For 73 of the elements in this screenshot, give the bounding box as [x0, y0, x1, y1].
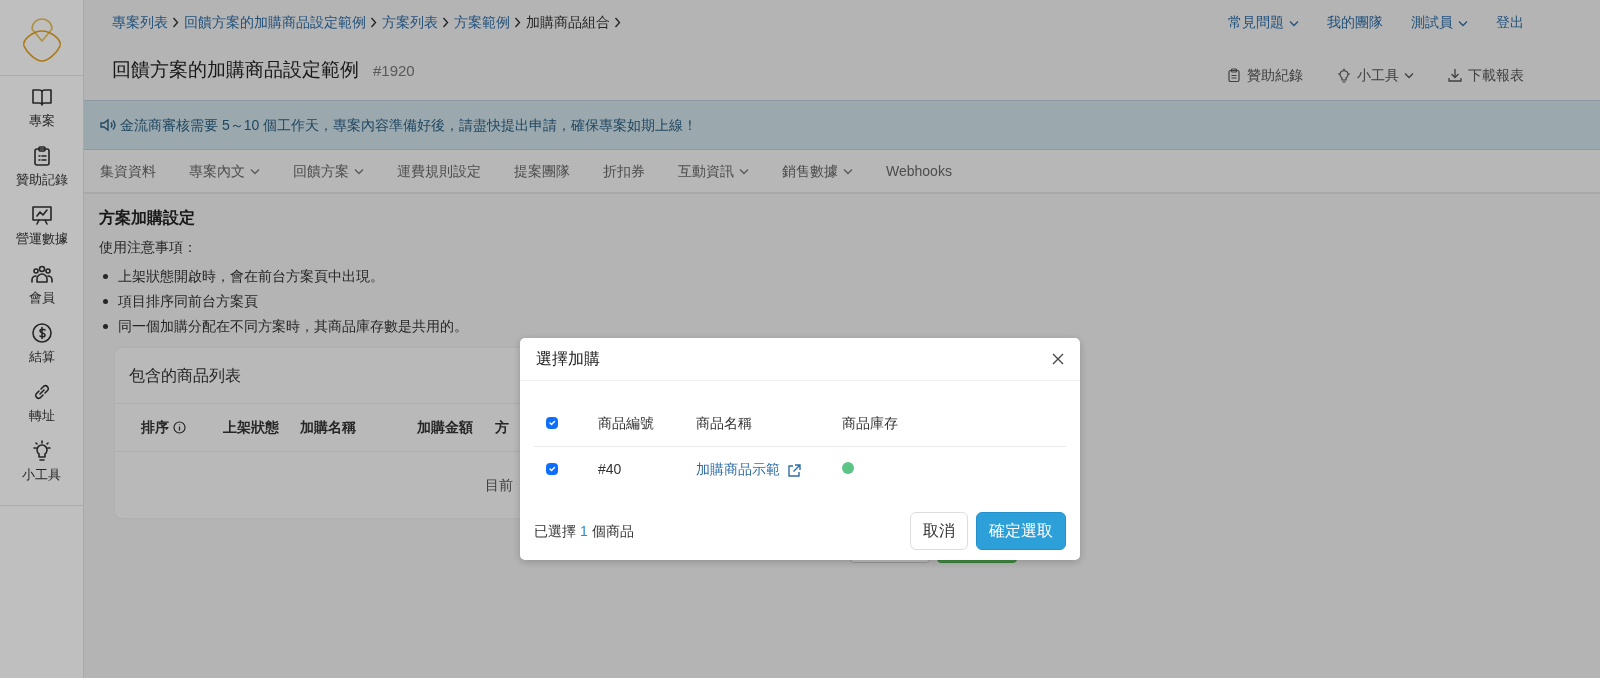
lightbulb-icon	[30, 440, 53, 462]
tab[interactable]: 集資資料	[100, 160, 156, 182]
confirm-button[interactable]: 確定選取	[976, 512, 1066, 550]
tab[interactable]: 折扣券	[603, 160, 645, 182]
breadcrumb-link[interactable]: 回饋方案的加購商品設定範例	[184, 12, 366, 33]
toolbar-link[interactable]: 小工具	[1337, 65, 1414, 86]
sidebar-item[interactable]: 營運數據	[0, 204, 83, 263]
close-icon[interactable]	[1052, 353, 1064, 365]
tab[interactable]: 專案內文	[189, 160, 260, 182]
tab[interactable]: Webhooks	[886, 160, 952, 182]
column-header: 排序	[141, 418, 169, 438]
sidebar-item[interactable]: 小工具	[0, 440, 83, 499]
section-title: 方案加購設定	[99, 208, 196, 228]
notice-text: 金流商審核需要 5～10 個工作天，專案內容準備好後，請盡快提出申請，確保專案如期上線！	[120, 115, 698, 135]
bullet-icon	[103, 273, 108, 279]
sidebar-item[interactable]: 結算	[0, 322, 83, 381]
book-icon	[30, 86, 53, 108]
selection-summary: 已選擇 1 個商品	[534, 521, 634, 541]
presentation-chart-icon	[30, 204, 53, 226]
nav-link[interactable]: 登出	[1496, 12, 1524, 33]
empty-message: 目前	[485, 475, 513, 495]
tab[interactable]: 銷售數據	[782, 160, 853, 182]
note-item: 上架狀態開啟時，會在前台方案頁中出現。	[118, 267, 384, 287]
product-link[interactable]: 加購商品示範	[696, 461, 780, 477]
nav-link[interactable]: 我的團隊	[1327, 12, 1383, 33]
cancel-button[interactable]: 取消	[910, 512, 968, 550]
info-icon	[173, 421, 186, 435]
notes-heading: 使用注意事項：	[99, 238, 198, 258]
chevron-right-icon	[370, 17, 378, 28]
chevron-right-icon	[614, 17, 622, 28]
toolbar-link[interactable]: 贊助紀錄	[1227, 65, 1303, 86]
column-header: 商品庫存	[842, 415, 898, 431]
chevron-right-icon	[442, 17, 450, 28]
breadcrumb-link[interactable]: 方案列表	[382, 12, 438, 33]
breadcrumb-current: 加購商品組合	[526, 13, 610, 32]
row-checkbox[interactable]	[546, 462, 558, 475]
nav-link[interactable]: 常見問題	[1228, 12, 1299, 33]
sidebar-item[interactable]: 轉址	[0, 381, 83, 440]
nav-link[interactable]: 測試員	[1411, 12, 1468, 33]
sidebar-item[interactable]: 贊助記錄	[0, 145, 83, 204]
modal-title: 選擇加購	[536, 349, 600, 369]
toolbar-link[interactable]: 下載報表	[1448, 65, 1524, 86]
sidebar-item[interactable]: 專案	[0, 86, 83, 145]
bullet-icon	[103, 323, 108, 329]
column-header: 加購金額	[417, 418, 473, 438]
people-icon	[30, 263, 53, 285]
column-header: 商品編號	[598, 415, 654, 431]
column-header: 方	[495, 418, 509, 438]
chevron-right-icon	[514, 17, 522, 28]
dollar-coin-icon	[30, 322, 53, 344]
tab[interactable]: 運費規則設定	[397, 160, 481, 182]
breadcrumb-link[interactable]: 方案範例	[454, 12, 510, 33]
sidebar-item[interactable]: 會員	[0, 263, 83, 322]
external-link-icon	[787, 463, 801, 477]
chevron-right-icon	[172, 17, 180, 28]
clipboard-icon	[1227, 68, 1241, 83]
column-header: 加購名稱	[300, 418, 356, 438]
project-number: #1920	[373, 60, 415, 81]
lightbulb-icon	[1337, 68, 1351, 83]
download-icon	[1448, 68, 1462, 83]
bullet-icon	[103, 298, 108, 304]
tab[interactable]: 回饋方案	[293, 160, 364, 182]
page-title: 回饋方案的加購商品設定範例	[112, 58, 359, 82]
column-header: 上架狀態	[223, 418, 279, 438]
note-item: 同一個加購分配在不同方案時，其商品庫存數是共用的。	[118, 317, 468, 337]
tab[interactable]: 互動資訊	[678, 160, 749, 182]
select-all-checkbox[interactable]	[546, 416, 558, 429]
column-header: 商品名稱	[696, 415, 752, 431]
speaker-icon	[100, 118, 116, 132]
product-number: #40	[598, 461, 622, 477]
tab[interactable]: 提案團隊	[514, 160, 570, 182]
breadcrumb-link[interactable]: 專案列表	[112, 12, 168, 33]
note-item: 項目排序同前台方案頁	[118, 292, 258, 312]
